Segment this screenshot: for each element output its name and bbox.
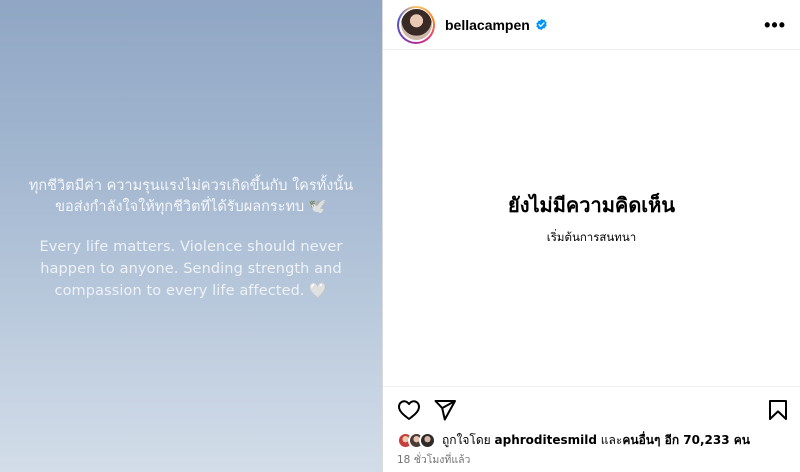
- thai-line-2: ขอส่งกำลังใจให้ทุกชีวิตที่ได้รับผลกระทบ …: [55, 199, 327, 215]
- post-timestamp[interactable]: 18 ชั่วโมงที่แล้ว: [397, 451, 470, 468]
- more-options-button[interactable]: •••: [764, 16, 786, 34]
- post-sidebar: bellacampen ••• ยังไม่มีความคิดเห็น เริ่…: [382, 0, 800, 472]
- liker-avatars: [397, 431, 436, 449]
- comments-section: ยังไม่มีความคิดเห็น เริ่มต้นการสนทนา: [383, 51, 800, 385]
- english-line-3: compassion to every life affected. 🤍: [54, 283, 328, 299]
- verified-badge-icon: [536, 18, 547, 31]
- english-line-1: Every life matters. Violence should neve…: [39, 239, 343, 255]
- send-icon[interactable]: [433, 398, 457, 422]
- heart-icon[interactable]: [397, 398, 421, 422]
- post-header: bellacampen •••: [383, 0, 800, 50]
- avatar[interactable]: [397, 5, 435, 44]
- profile-photo: [400, 9, 432, 40]
- start-conversation-text: เริ่มต้นการสนทนา: [546, 230, 637, 244]
- likes-prefix: ถูกใจโดย: [442, 432, 491, 447]
- no-comments-title: ยังไม่มีความคิดเห็น: [508, 193, 675, 217]
- story-image: ทุกชีวิตมีค่า ความรุนแรงไม่ควรเกิดขึ้นกั…: [0, 0, 382, 472]
- likes-others[interactable]: คนอื่นๆ อีก 70,233 คน: [622, 433, 750, 447]
- likes-and: และ: [600, 432, 623, 447]
- english-line-2: happen to anyone. Sending strength and: [40, 261, 342, 277]
- bookmark-icon[interactable]: [766, 398, 790, 422]
- likes-text[interactable]: ถูกใจโดย aphroditesmild และคนอื่นๆ อีก 7…: [442, 431, 750, 450]
- username-link[interactable]: bellacampen: [445, 17, 530, 33]
- image-caption-text: ทุกชีวิตมีค่า ความรุนแรงไม่ควรเกิดขึ้นกั…: [0, 176, 382, 302]
- liker-avatar[interactable]: [419, 431, 436, 449]
- liker-username[interactable]: aphroditesmild: [495, 433, 597, 447]
- thai-line-1: ทุกชีวิตมีค่า ความรุนแรงไม่ควรเกิดขึ้นกั…: [28, 178, 354, 194]
- instagram-post: ทุกชีวิตมีค่า ความรุนแรงไม่ควรเกิดขึ้นกั…: [0, 0, 800, 472]
- action-bar: [383, 386, 800, 432]
- likes-summary: ถูกใจโดย aphroditesmild และคนอื่นๆ อีก 7…: [397, 430, 790, 450]
